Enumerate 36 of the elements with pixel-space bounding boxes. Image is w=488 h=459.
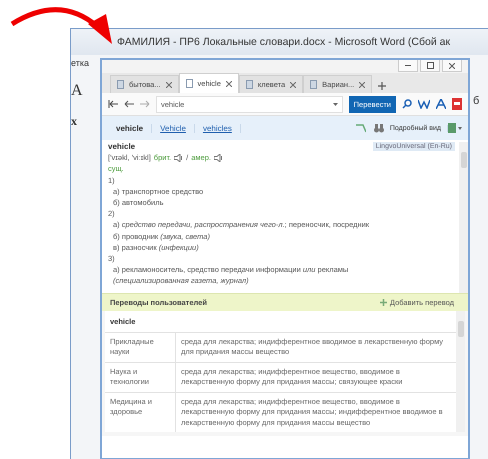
- document-icon: [246, 80, 253, 89]
- word-form-link[interactable]: Vehicle: [152, 124, 195, 132]
- speaker-icon[interactable]: [174, 154, 184, 162]
- ribbon-text: x: [71, 114, 78, 129]
- speaker-icon[interactable]: [214, 154, 223, 162]
- document-icon: [186, 79, 193, 88]
- close-icon[interactable]: [359, 82, 366, 88]
- maximize-button[interactable]: [420, 60, 440, 72]
- minimize-icon: [405, 64, 411, 66]
- close-icon[interactable]: [290, 82, 296, 88]
- maximize-icon: [426, 62, 434, 69]
- w-icon[interactable]: [418, 99, 430, 109]
- minimize-button[interactable]: [398, 60, 418, 72]
- window-title: ФАМИЛИЯ - ПР6 Локальные словари.docx - Microsoft Word (Сбой ак: [117, 36, 450, 48]
- ribbon-text: б: [473, 95, 480, 107]
- back-icon[interactable]: [124, 100, 134, 108]
- headword: vehicle: [108, 142, 136, 151]
- word-form-link[interactable]: vehicles: [194, 124, 241, 132]
- dropdown-caret-icon[interactable]: [332, 102, 338, 106]
- plus-icon: [380, 298, 387, 306]
- a-icon[interactable]: [436, 99, 446, 109]
- close-icon[interactable]: [166, 82, 172, 88]
- scrollbar[interactable]: [459, 142, 468, 292]
- back-to-start-icon[interactable]: [108, 100, 118, 108]
- scrollbar[interactable]: [456, 310, 465, 432]
- document-icon: [310, 80, 318, 89]
- close-button[interactable]: [442, 60, 462, 72]
- close-icon[interactable]: [226, 80, 232, 86]
- close-icon: [449, 62, 455, 68]
- search-icon[interactable]: [402, 99, 412, 109]
- document-icon: [117, 80, 124, 89]
- binoculars-icon[interactable]: [374, 124, 384, 132]
- plus-icon[interactable]: [378, 82, 386, 90]
- word-form-link[interactable]: vehicle: [108, 124, 152, 132]
- ribbon-text: етка: [71, 58, 90, 68]
- ribbon-text: A: [71, 82, 84, 100]
